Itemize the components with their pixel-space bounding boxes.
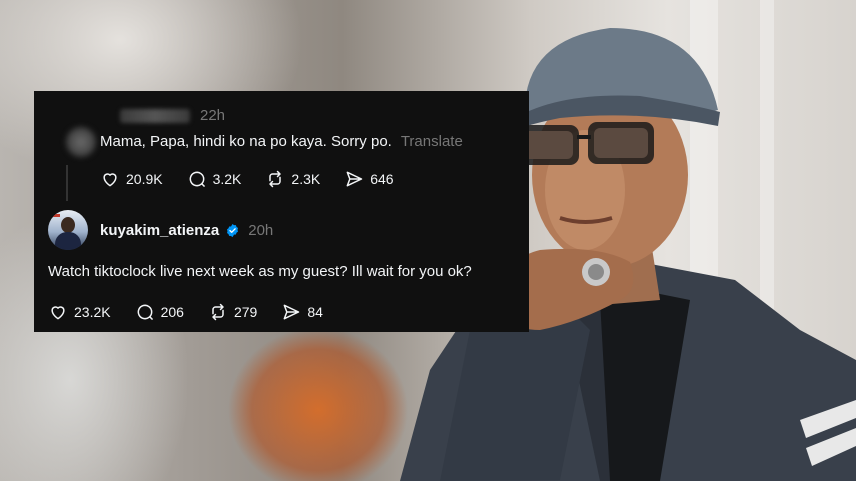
reply-repost-count: 279 bbox=[233, 304, 258, 320]
reply-username[interactable]: kuyakim_atienza bbox=[100, 222, 219, 239]
reply-share-count: 84 bbox=[307, 304, 323, 320]
repost-count: 2.3K bbox=[291, 171, 321, 187]
send-icon bbox=[346, 171, 363, 187]
reply-like-count: 23.2K bbox=[74, 304, 111, 320]
heart-icon bbox=[103, 173, 117, 187]
redacted-avatar bbox=[66, 127, 96, 157]
reply-reply-count: 206 bbox=[160, 304, 184, 320]
reply-header: kuyakim_atienza 20h bbox=[100, 222, 273, 239]
avatar-detail bbox=[50, 214, 60, 217]
repost-icon bbox=[269, 170, 282, 188]
reply-actions: 23.2K 206 279 84 bbox=[48, 302, 323, 322]
comment-actions: 20.9K 3.2K 2.3K 646 bbox=[100, 169, 394, 189]
repost-icon bbox=[212, 303, 224, 321]
redacted-username bbox=[120, 108, 190, 123]
share-button[interactable]: 646 bbox=[344, 169, 394, 189]
translate-link[interactable]: Translate bbox=[401, 133, 463, 150]
comment-timestamp: 22h bbox=[200, 107, 226, 124]
comment-bubble-icon bbox=[137, 304, 153, 320]
reply-reply-button[interactable]: 206 bbox=[135, 302, 184, 322]
reply-text: Watch tiktoclock live next week as my gu… bbox=[48, 263, 472, 280]
avatar-suit bbox=[55, 232, 81, 250]
reply-avatar[interactable] bbox=[48, 210, 88, 250]
share-count: 646 bbox=[370, 171, 394, 187]
comment-header: 22h bbox=[120, 107, 225, 124]
reply-count: 3.2K bbox=[212, 171, 242, 187]
like-button[interactable]: 20.9K bbox=[100, 169, 163, 189]
threads-card: 22h Mama, Papa, hindi ko na po kaya. Sor… bbox=[34, 91, 529, 332]
comment-bubble-icon bbox=[189, 171, 205, 187]
repost-button[interactable]: 2.3K bbox=[265, 169, 320, 189]
reply-share-button[interactable]: 84 bbox=[281, 302, 323, 322]
reply-repost-button[interactable]: 279 bbox=[208, 302, 257, 322]
reply-timestamp: 20h bbox=[248, 222, 274, 239]
reply-button[interactable]: 3.2K bbox=[187, 169, 242, 189]
comment-body: Mama, Papa, hindi ko na po kaya. Sorry p… bbox=[100, 133, 463, 150]
reply-like-button[interactable]: 23.2K bbox=[48, 302, 111, 322]
heart-icon bbox=[51, 306, 65, 320]
verified-badge-icon bbox=[227, 223, 239, 238]
like-count: 20.9K bbox=[126, 171, 163, 187]
send-icon bbox=[283, 304, 300, 320]
thread-connector-line bbox=[66, 165, 68, 201]
comment-text: Mama, Papa, hindi ko na po kaya. Sorry p… bbox=[100, 133, 392, 150]
avatar-head bbox=[61, 217, 75, 233]
